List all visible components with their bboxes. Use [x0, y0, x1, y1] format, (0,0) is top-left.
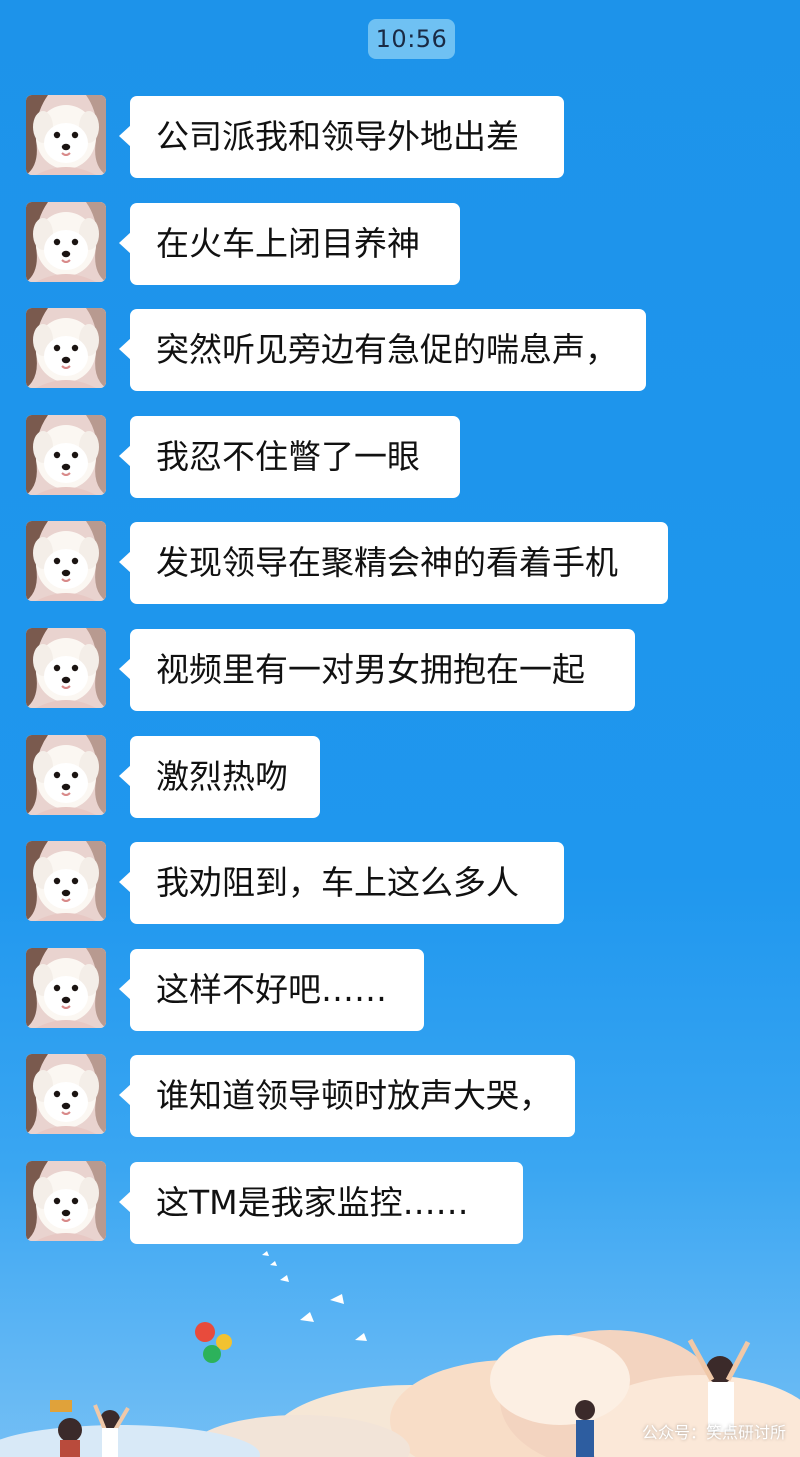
message-row: 发现领导在聚精会神的看着手机	[0, 521, 800, 611]
puppy-avatar-icon	[26, 948, 106, 1028]
sender-avatar[interactable]	[26, 841, 106, 921]
puppy-avatar-icon	[26, 841, 106, 921]
watermark: 公众号：笑点研讨所	[641, 1425, 786, 1442]
chat-background: 10:56 公司派我和领导外地出差 在火车上闭目养神突然听见旁边有急促的喘息声， 我…	[0, 0, 800, 1457]
puppy-avatar-icon	[26, 202, 106, 282]
sender-avatar[interactable]	[26, 735, 106, 815]
message-bubble[interactable]: 突然听见旁边有急促的喘息声，	[119, 309, 646, 391]
puppy-avatar-icon	[26, 415, 106, 495]
message-bubble[interactable]: 我劝阻到，车上这么多人	[119, 842, 564, 924]
sender-avatar[interactable]	[26, 1054, 106, 1134]
sender-avatar[interactable]	[26, 628, 106, 708]
message-bubble[interactable]: 公司派我和领导外地出差	[119, 96, 564, 178]
message-bubble[interactable]: 激烈热吻	[119, 736, 320, 818]
message-timestamp: 10:56	[368, 19, 455, 59]
puppy-avatar-icon	[26, 628, 106, 708]
sender-avatar[interactable]	[26, 415, 106, 495]
message-row: 公司派我和领导外地出差	[0, 95, 800, 185]
message-row: 我劝阻到，车上这么多人	[0, 841, 800, 931]
puppy-avatar-icon	[26, 1054, 106, 1134]
sender-avatar[interactable]	[26, 521, 106, 601]
sender-avatar[interactable]	[26, 948, 106, 1028]
message-bubble[interactable]: 我忍不住瞥了一眼	[119, 416, 460, 498]
puppy-avatar-icon	[26, 308, 106, 388]
message-bubble[interactable]: 在火车上闭目养神	[119, 203, 460, 285]
message-bubble[interactable]: 这样不好吧……	[119, 949, 424, 1031]
sender-avatar[interactable]	[26, 202, 106, 282]
puppy-avatar-icon	[26, 1161, 106, 1241]
message-row: 突然听见旁边有急促的喘息声，	[0, 308, 800, 398]
message-row: 视频里有一对男女拥抱在一起	[0, 628, 800, 718]
message-row: 这样不好吧……	[0, 948, 800, 1038]
message-row: 在火车上闭目养神	[0, 202, 800, 292]
puppy-avatar-icon	[26, 95, 106, 175]
puppy-avatar-icon	[26, 735, 106, 815]
sender-avatar[interactable]	[26, 1161, 106, 1241]
message-bubble[interactable]: 视频里有一对男女拥抱在一起	[119, 629, 635, 711]
message-bubble[interactable]: 发现领导在聚精会神的看着手机	[119, 522, 668, 604]
message-row: 激烈热吻	[0, 735, 800, 825]
message-row: 谁知道领导顿时放声大哭，	[0, 1054, 800, 1144]
message-row: 我忍不住瞥了一眼	[0, 415, 800, 505]
sender-avatar[interactable]	[26, 308, 106, 388]
message-bubble[interactable]: 谁知道领导顿时放声大哭，	[119, 1055, 575, 1137]
puppy-avatar-icon	[26, 521, 106, 601]
sender-avatar[interactable]	[26, 95, 106, 175]
